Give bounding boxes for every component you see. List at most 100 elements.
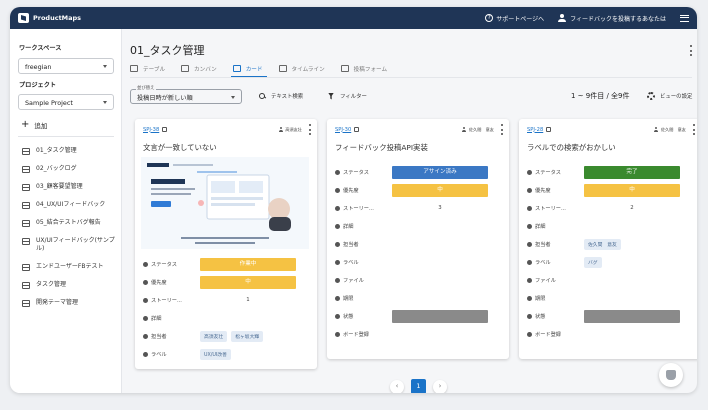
chevron-down-icon	[231, 96, 235, 99]
table-icon	[22, 148, 30, 155]
assignee-name: 佐久間 意友	[660, 126, 686, 132]
sidebar-item-label: 04_UX/UIフィードバック	[36, 201, 106, 208]
status-badge: アサイン済み	[392, 165, 488, 179]
field-row: 担当者 高須友壮 松ヶ坂大輝	[143, 327, 311, 345]
field-row: ストーリー... 1	[143, 291, 311, 309]
card-id-link[interactable]: SPJ-38	[143, 127, 159, 133]
sidebar-item[interactable]: 開発テーマ管理	[22, 299, 116, 307]
app-window: ProductMaps ? サポートページへ フィードバックを投稿するあなたは …	[10, 7, 697, 393]
more-options-icon[interactable]	[692, 124, 695, 135]
timeline-icon	[278, 65, 287, 72]
field-label: ボード登録	[535, 331, 561, 338]
owner-tag: 高須友壮	[200, 330, 228, 342]
pagination: ‹ 1 ›	[390, 379, 447, 393]
field-row: 担当者	[335, 235, 503, 253]
help-icon: ?	[485, 14, 494, 22]
table-icon	[22, 300, 30, 307]
divider	[130, 77, 692, 78]
tab-kanban[interactable]: カンバン	[181, 61, 217, 76]
card-id-link[interactable]: SPJ-28	[527, 127, 543, 133]
filter-label: フィルター	[340, 94, 367, 100]
field-icon	[527, 331, 532, 337]
sidebar: ワークスペース freegian プロジェクト Sample Project +…	[10, 29, 122, 393]
filter-icon	[328, 92, 334, 100]
tab-post-form[interactable]: 投稿フォーム	[340, 61, 387, 76]
table-icon	[22, 282, 30, 289]
field-row: 担当者 佐久間 意友	[527, 235, 695, 253]
priority-badge: 中	[392, 183, 488, 197]
task-card[interactable]: SPJ-38 高須友壮 文言が一致していない ステータス 作業中 優先度 中 ス…	[135, 119, 317, 369]
field-row: ファイル	[527, 271, 695, 289]
more-options-icon[interactable]	[689, 45, 692, 56]
edit-icon[interactable]	[546, 127, 552, 132]
field-icon	[527, 313, 532, 319]
field-row: 期限	[335, 289, 503, 307]
text-search-button[interactable]: テキスト検索	[259, 92, 303, 100]
story-value: 2	[630, 205, 634, 211]
tab-timeline[interactable]: タイムライン	[278, 61, 325, 76]
task-card[interactable]: SPJ-28 佐久間 意友 ラベルでの検索がおかしい ステータス 完了 優先度 中 …	[519, 119, 697, 359]
sidebar-item[interactable]: 04_UX/UIフィードバック	[22, 201, 116, 209]
user-icon	[278, 127, 283, 132]
card-assignee: 佐久間 意友	[654, 127, 686, 133]
brand-name: ProductMaps	[33, 14, 82, 22]
more-options-icon[interactable]	[308, 124, 311, 135]
field-label: 状態	[535, 313, 546, 320]
tab-card[interactable]: カード	[230, 61, 267, 77]
field-row: 詳細	[335, 217, 503, 235]
edit-icon[interactable]	[162, 127, 168, 132]
add-button[interactable]: + 追加	[21, 120, 47, 131]
table-icon	[22, 202, 30, 209]
story-value: 1	[246, 297, 250, 303]
filter-button[interactable]: フィルター	[328, 92, 367, 100]
chat-bot-icon[interactable]	[659, 363, 683, 387]
feedback-label: フィードバックを投稿するあなたは	[570, 15, 666, 23]
sidebar-item[interactable]: 01_タスク管理	[22, 147, 116, 155]
view-settings-button[interactable]: ビューの設定	[647, 92, 692, 100]
field-row: 優先度 中	[143, 273, 311, 291]
field-row: 優先度 中	[527, 181, 695, 199]
menu-icon[interactable]	[680, 14, 689, 22]
chevron-down-icon	[103, 101, 107, 104]
task-card[interactable]: SPJ-30 佐久間 意友 フィードバック投稿API実装 ステータス アサイン済み…	[327, 119, 509, 359]
field-label: 詳細	[151, 315, 162, 322]
field-row: ステータス アサイン済み	[335, 163, 503, 181]
thumbnail-image	[141, 157, 309, 249]
next-page-button[interactable]: ›	[433, 379, 447, 393]
field-label: 担当者	[535, 241, 551, 248]
brand-logo[interactable]: ProductMaps	[18, 13, 81, 23]
field-row: ストーリー... 3	[335, 199, 503, 217]
field-row: 期限	[527, 289, 695, 307]
sidebar-item-label: 02_バックログ	[36, 165, 77, 172]
field-label: ラベル	[343, 259, 359, 266]
assignee-name: 高須友壮	[285, 126, 302, 132]
sidebar-item-label: 01_タスク管理	[36, 147, 77, 154]
sort-select[interactable]: 並び替え 投稿日時が新しい順	[130, 85, 242, 104]
edit-icon[interactable]	[354, 127, 360, 132]
sidebar-item[interactable]: 02_バックログ	[22, 165, 116, 173]
field-icon	[335, 241, 340, 247]
workspace-select[interactable]: freegian	[18, 58, 114, 74]
sidebar-item-label: UX/UIフィードバック(サンプル)	[36, 237, 115, 252]
more-options-icon[interactable]	[500, 124, 503, 135]
sidebar-item[interactable]: タスク管理	[22, 281, 116, 289]
tab-table[interactable]: テーブル	[130, 61, 165, 76]
support-link[interactable]: ? サポートページへ	[485, 14, 544, 23]
field-icon	[527, 187, 532, 193]
tab-label: タイムライン	[291, 66, 325, 73]
priority-badge: 中	[584, 183, 680, 197]
sidebar-item[interactable]: エンドユーザーFBテスト	[22, 263, 116, 271]
field-icon	[527, 241, 532, 247]
card-id-link[interactable]: SPJ-30	[335, 127, 351, 133]
sidebar-item[interactable]: UX/UIフィードバック(サンプル)	[22, 237, 116, 253]
prev-page-button[interactable]: ‹	[390, 379, 404, 393]
sidebar-item[interactable]: 03_顧客要望管理	[22, 183, 116, 191]
text-search-label: テキスト検索	[271, 94, 304, 100]
page-number-button[interactable]: 1	[411, 379, 426, 393]
priority-badge: 中	[200, 275, 296, 289]
field-icon	[335, 331, 340, 337]
project-select[interactable]: Sample Project	[18, 94, 114, 110]
story-value: 3	[438, 205, 442, 211]
sidebar-item[interactable]: 05_結合テストバグ報告	[22, 219, 116, 227]
feedback-link[interactable]: フィードバックを投稿するあなたは	[558, 14, 666, 23]
